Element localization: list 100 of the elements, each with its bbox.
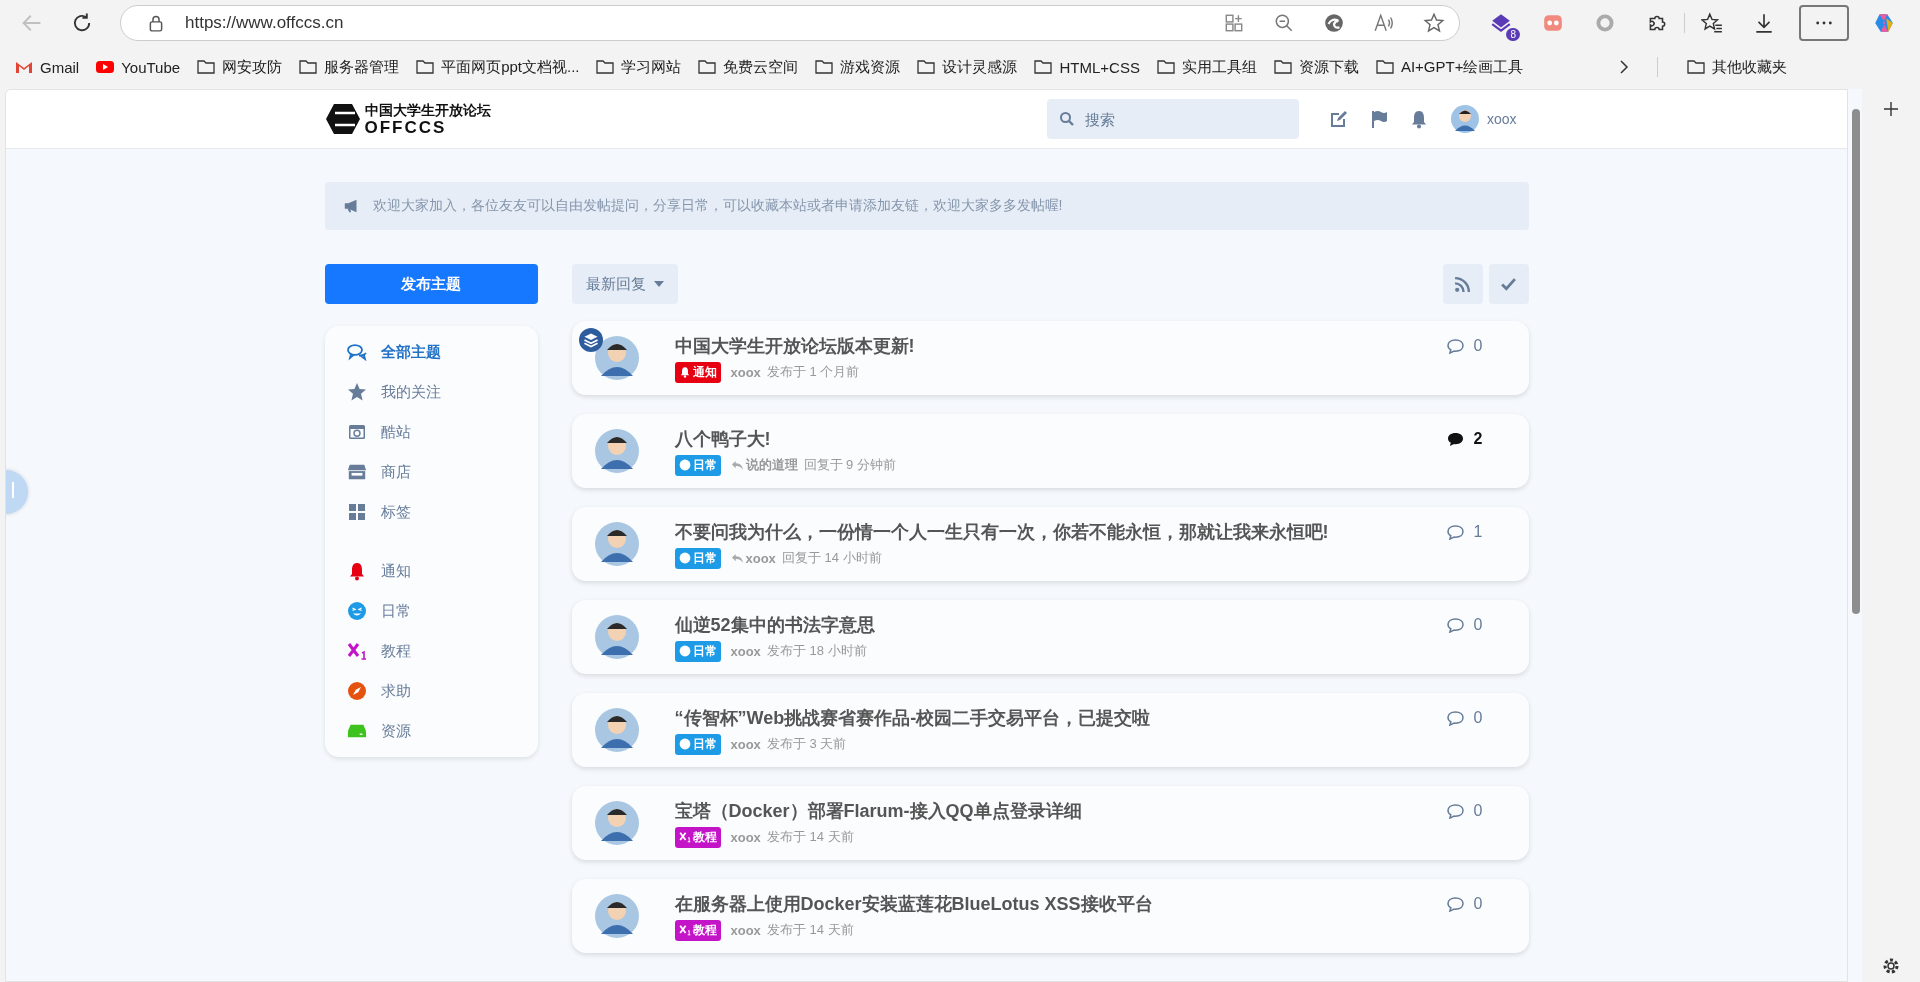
chevron-right-icon[interactable] (1619, 59, 1630, 75)
more-menu-button[interactable] (1799, 4, 1849, 41)
topic-card[interactable]: 中国大学生开放论坛版本更新! 通知 xoox 发布于 1 个月前 0 (571, 321, 1529, 395)
bookmark-item[interactable]: 学习网站 (595, 57, 682, 77)
topic-card[interactable]: 仙逆52集中的书法字意思 日常 xoox 发布于 18 小时前 0 (571, 600, 1529, 674)
edit-icon[interactable] (1328, 109, 1349, 129)
bookmark-item[interactable]: AI+GPT+绘画工具 (1374, 57, 1524, 77)
play-icon (95, 59, 116, 75)
folder-icon (1272, 59, 1293, 75)
comment-icon (1446, 803, 1464, 819)
folder-icon (916, 59, 937, 75)
logo-icon[interactable] (324, 103, 361, 135)
star-outline-icon[interactable] (1423, 11, 1445, 34)
settings-icon[interactable] (1881, 956, 1901, 976)
mark-read-button[interactable] (1488, 264, 1529, 304)
compose-button[interactable]: 发布主题 (324, 264, 538, 304)
folder-icon (1686, 59, 1707, 75)
grid-icon (346, 502, 367, 522)
tag-badge[interactable]: 通知 (674, 361, 721, 383)
extension-badge: 8 (1506, 27, 1520, 41)
avatar-icon[interactable] (1450, 105, 1479, 133)
avatar-icon[interactable] (594, 429, 639, 473)
plus-icon[interactable] (1883, 101, 1899, 117)
sidebar-item[interactable]: 酷站 (346, 412, 538, 452)
topic-card[interactable]: 八个鸭子大! 日常 说的道理 回复于 9 分钟前 2 (571, 414, 1529, 488)
avatar-icon[interactable] (594, 708, 639, 752)
sidebar-item[interactable]: 标签 (346, 492, 538, 532)
topic-card[interactable]: 宝塔（Docker）部署Flarum-接入QQ单点登录详细 教程 xoox 发布于 14 天前 0 (571, 786, 1529, 860)
mail-icon (14, 59, 34, 75)
search-field[interactable]: 搜索 (1046, 99, 1299, 139)
topic-title[interactable]: 在服务器上使用Docker安装蓝莲花BlueLotus XSS接收平台 (674, 891, 1447, 916)
swirl-icon[interactable] (1323, 11, 1345, 34)
tag-item[interactable]: 资源 (346, 711, 538, 751)
address-bar[interactable]: https://www.offccs.cn (120, 4, 1460, 41)
topic-title[interactable]: 仙逆52集中的书法字意思 (674, 612, 1447, 637)
sidebar-item[interactable]: 全部主题 (346, 332, 538, 372)
avatar-icon[interactable] (594, 522, 639, 566)
bookmark-item[interactable]: 平面网页ppt文档视... (415, 57, 580, 77)
avatar-icon[interactable] (594, 801, 639, 845)
rss-button[interactable] (1442, 264, 1483, 304)
tag-item[interactable]: 日常 (346, 591, 538, 631)
bookmark-item[interactable]: 其他收藏夹 (1686, 57, 1788, 77)
folder-icon (814, 59, 835, 75)
bookmark-item[interactable]: 免费云空间 (697, 57, 799, 77)
announcement-text: 欢迎大家加入，各位友友可以自由发帖提问，分享日常，可以收藏本站或者申请添加友链，欢迎大家多多发帖喔! (372, 197, 1063, 215)
tag-item[interactable]: 通知 (346, 551, 538, 591)
avatar-icon[interactable] (594, 615, 639, 659)
folder-icon (415, 59, 436, 75)
favorites-icon[interactable] (1701, 11, 1723, 34)
sort-dropdown[interactable]: 最新回复 (571, 264, 678, 304)
comment-icon (1446, 431, 1464, 447)
bookmark-item[interactable]: Gmail (14, 58, 80, 76)
comment-icon (1446, 524, 1464, 540)
comment-icon (1446, 710, 1464, 726)
bookmark-item[interactable]: 网安攻防 (196, 57, 283, 77)
post-time: 发布于 14 天前 (766, 828, 854, 846)
post-time: 发布于 14 天前 (766, 921, 854, 939)
sidebar-item[interactable]: 商店 (346, 452, 538, 492)
avatar-icon[interactable] (594, 336, 639, 380)
sidebar-item[interactable]: 我的关注 (346, 372, 538, 412)
tag-badge[interactable]: 教程 (674, 826, 721, 848)
read-aloud-icon[interactable] (1373, 11, 1395, 34)
topic-title[interactable]: 中国大学生开放论坛版本更新! (674, 333, 1447, 358)
logo-wordmark[interactable]: OFFCCS (364, 118, 491, 136)
tag-item[interactable]: 教程 (346, 631, 538, 671)
bookmark-item[interactable]: 设计灵感源 (916, 57, 1018, 77)
copilot-icon[interactable] (1873, 11, 1895, 34)
bell-icon (678, 366, 691, 378)
bookmark-item[interactable]: 实用工具组 (1155, 57, 1257, 77)
folder-icon (1374, 59, 1395, 75)
camera-icon (346, 422, 367, 442)
reply-count: 0 (1446, 337, 1487, 355)
bookmark-item[interactable]: HTML+CSS (1033, 58, 1140, 76)
logo-title[interactable]: 中国大学生开放论坛 (364, 102, 491, 117)
post-time: 发布于 1 个月前 (766, 363, 860, 381)
download-icon[interactable] (1753, 11, 1775, 34)
bookmark-item[interactable]: 资源下载 (1272, 57, 1359, 77)
folder-icon (298, 59, 319, 75)
username[interactable]: xoox (1486, 111, 1517, 127)
topic-title[interactable]: “传智杯”Web挑战赛省赛作品-校园二手交易平台，已提交啦 (674, 705, 1447, 730)
bookmark-item[interactable]: 游戏资源 (814, 57, 901, 77)
topic-card[interactable]: “传智杯”Web挑战赛省赛作品-校园二手交易平台，已提交啦 日常 xoox 发布于 3 天前 0 (571, 693, 1529, 767)
topic-title[interactable]: 不要问我为什么，一份情一个人一生只有一次，你若不能永恒，那就让我来永恒吧! (674, 519, 1447, 544)
avatar-icon[interactable] (594, 894, 639, 938)
subscript-icon (346, 641, 367, 661)
topic-card[interactable]: 不要问我为什么，一份情一个人一生只有一次，你若不能永恒，那就让我来永恒吧! 日常 xoox 回复于 14 小时前 1 (571, 507, 1529, 581)
subscript-icon (678, 831, 691, 843)
bookmark-item[interactable]: 服务器管理 (298, 57, 400, 77)
scrollbar-thumb[interactable] (1852, 109, 1860, 614)
reply-count: 1 (1446, 523, 1487, 541)
bookmark-item[interactable]: YouTube (95, 58, 181, 76)
rss-icon (1454, 275, 1471, 293)
folder-icon (1155, 59, 1176, 75)
reply-count: 0 (1446, 895, 1487, 913)
topic-title[interactable]: 八个鸭子大! (674, 426, 1447, 451)
topic-title[interactable]: 宝塔（Docker）部署Flarum-接入QQ单点登录详细 (674, 798, 1447, 823)
tag-badge[interactable]: 教程 (674, 919, 721, 941)
post-time: 回复于 9 分钟前 (803, 456, 896, 474)
tag-item[interactable]: 求助 (346, 671, 538, 711)
topic-card[interactable]: 在服务器上使用Docker安装蓝莲花BlueLotus XSS接收平台 教程 xoox 发布于 14 天前 0 (571, 879, 1529, 953)
